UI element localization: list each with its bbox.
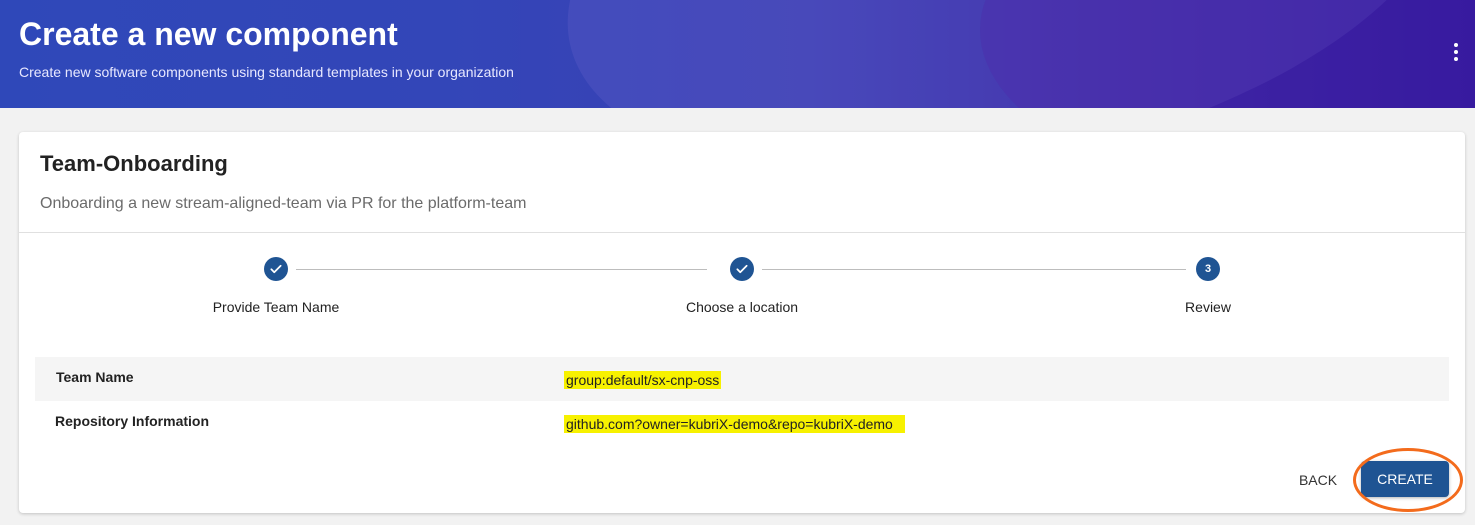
step-2-label: Choose a location <box>685 299 799 315</box>
page-title: Create a new component <box>19 16 398 52</box>
table-row <box>35 357 1449 401</box>
divider <box>19 232 1465 233</box>
template-card: Team-Onboarding Onboarding a new stream-… <box>19 132 1465 513</box>
review-value-team-name: group:default/sx-cnp-oss <box>564 371 722 389</box>
back-button[interactable]: BACK <box>1290 465 1346 495</box>
template-description: Onboarding a new stream-aligned-team via… <box>40 195 527 212</box>
review-value-repository-information: github.com?owner=kubriX-demo&repo=kubriX… <box>564 415 905 433</box>
stepper-connector <box>762 269 1186 270</box>
step-1-label: Provide Team Name <box>212 299 340 315</box>
step-3-label: Review <box>1185 299 1231 315</box>
step-1-check-icon <box>264 257 288 281</box>
review-key-team-name: Team Name <box>56 369 134 385</box>
header-decoration <box>980 0 1475 108</box>
page-subtitle: Create new software components using sta… <box>19 64 514 80</box>
step-2-check-icon <box>730 257 754 281</box>
step-3-number: 3 <box>1196 257 1220 281</box>
stepper-connector <box>296 269 707 270</box>
review-key-repository-information: Repository Information <box>55 413 210 429</box>
template-title: Team-Onboarding <box>40 151 228 176</box>
more-vert-icon[interactable] <box>1445 40 1467 64</box>
page-header: Create a new component Create new softwa… <box>0 0 1475 108</box>
create-button[interactable]: CREATE <box>1361 461 1449 497</box>
